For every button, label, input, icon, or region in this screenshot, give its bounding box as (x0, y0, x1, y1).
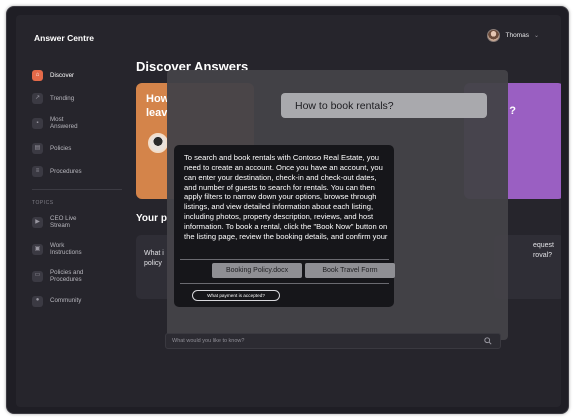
search-icon[interactable] (484, 337, 492, 345)
sidebar-item-label: CEO Live Stream (50, 214, 77, 230)
sidebar-item-policies-and-procedures[interactable]: ▭ Policies and Procedures (32, 269, 122, 284)
sidebar-item-label: Policies (50, 144, 72, 152)
user-name: Thomas (505, 32, 529, 39)
sidebar-item-procedures[interactable]: ≡ Procedures (32, 165, 122, 177)
sidebar-item-label: Policies and Procedures (50, 268, 84, 284)
folder-icon: ▭ (32, 270, 43, 282)
user-menu[interactable]: Thomas ⌄ (487, 29, 539, 42)
trending-icon: ↗ (32, 93, 43, 104)
question-card-text: equest roval? (532, 242, 554, 260)
sidebar-divider (32, 188, 122, 190)
chevron-down-icon: ⌄ (533, 33, 539, 39)
answer-divider (180, 259, 389, 260)
sidebar-item-policies[interactable]: ▤ Policies (32, 142, 122, 154)
video-icon: ▶ (32, 216, 43, 228)
question-card-text: What i policy (144, 250, 164, 268)
document-icon: ▤ (32, 142, 43, 154)
sidebar-item-label: Most Answered (50, 116, 78, 131)
sidebar-item-ceo-live-stream[interactable]: ▶ CEO Live Stream (32, 215, 122, 230)
app-window: Answer Centre Thomas ⌄ ⌂ Discover ↗ Tren… (6, 6, 569, 414)
ask-bar (165, 333, 501, 349)
list-icon: ≡ (32, 165, 43, 177)
section-title: Your p (136, 213, 167, 224)
home-icon: ⌂ (32, 70, 43, 81)
sidebar: ⌂ Discover ↗ Trending ▪ Most Answered ▤ … (32, 70, 122, 319)
sidebar-item-label: Procedures (50, 167, 82, 175)
answer-divider (180, 283, 389, 284)
people-icon: ● (32, 295, 43, 307)
topics-label: TOPICS (32, 199, 54, 206)
clipboard-icon: ▣ (32, 243, 43, 255)
sidebar-item-label: Work Instructions (50, 241, 82, 257)
app-canvas: Answer Centre Thomas ⌄ ⌂ Discover ↗ Tren… (16, 15, 561, 407)
sidebar-item-trending[interactable]: ↗ Trending (32, 93, 122, 104)
suggested-question-button[interactable]: What payment is accepted? (192, 290, 280, 301)
sidebar-item-community[interactable]: ● Community (32, 295, 122, 307)
sidebar-item-work-instructions[interactable]: ▣ Work Instructions (32, 242, 122, 257)
ask-input[interactable] (172, 336, 472, 346)
avatar (148, 133, 168, 153)
answer-bubble: To search and book rentals with Contoso … (174, 145, 395, 307)
source-button[interactable]: Book Travel Form (305, 263, 395, 278)
app-title: Answer Centre (34, 33, 94, 43)
sidebar-item-label: Community (50, 297, 82, 305)
featured-card-title: How leav (146, 93, 170, 119)
source-button[interactable]: Booking Policy.docx (212, 263, 302, 278)
answer-text: To search and book rentals with Contoso … (184, 153, 388, 241)
sidebar-item-discover[interactable]: ⌂ Discover (32, 70, 122, 81)
featured-card-title: ? (509, 105, 516, 117)
sidebar-item-label: Discover (50, 71, 75, 79)
avatar (487, 29, 501, 42)
user-query-bubble: How to book rentals? (281, 93, 487, 118)
sidebar-item-most-answered[interactable]: ▪ Most Answered (32, 116, 122, 131)
chat-icon: ▪ (32, 117, 43, 129)
sidebar-item-label: Trending (50, 94, 75, 102)
